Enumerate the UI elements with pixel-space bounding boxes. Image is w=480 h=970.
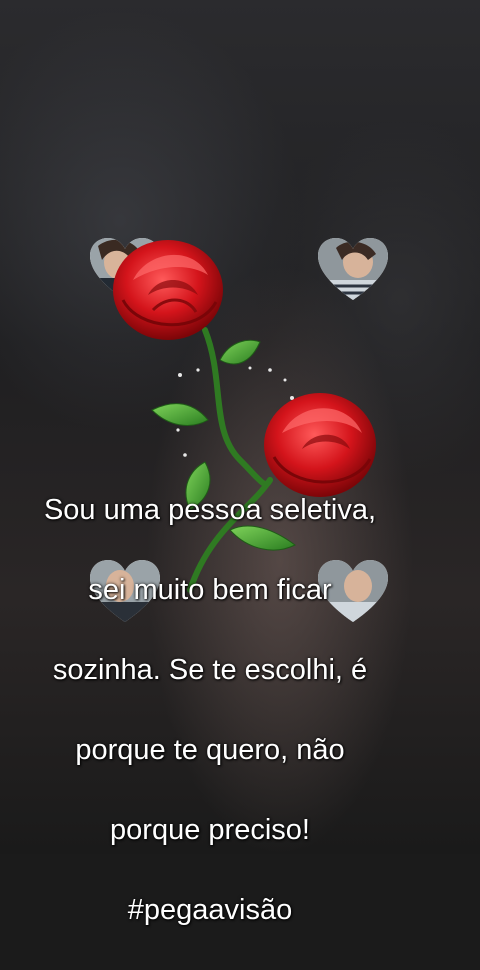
heart-frame-top-right-icon <box>318 238 388 300</box>
leaf-icon <box>219 339 261 365</box>
caption-line: porque preciso! <box>110 814 310 846</box>
caption-line: Sou uma pessoa seletiva, <box>43 494 377 526</box>
caption-hashtag[interactable]: #pegaavisão <box>0 890 420 930</box>
video-caption: Sou uma pessoa seletiva, sei muito bem f… <box>0 450 420 970</box>
caption-line: sozinha. Se te escolhi, é <box>52 654 368 686</box>
caption-line: porque te quero, não <box>75 734 345 766</box>
caption-line: sei muito bem ficar <box>88 574 332 606</box>
leaf-icon <box>151 403 209 426</box>
rose-icon <box>113 240 223 340</box>
